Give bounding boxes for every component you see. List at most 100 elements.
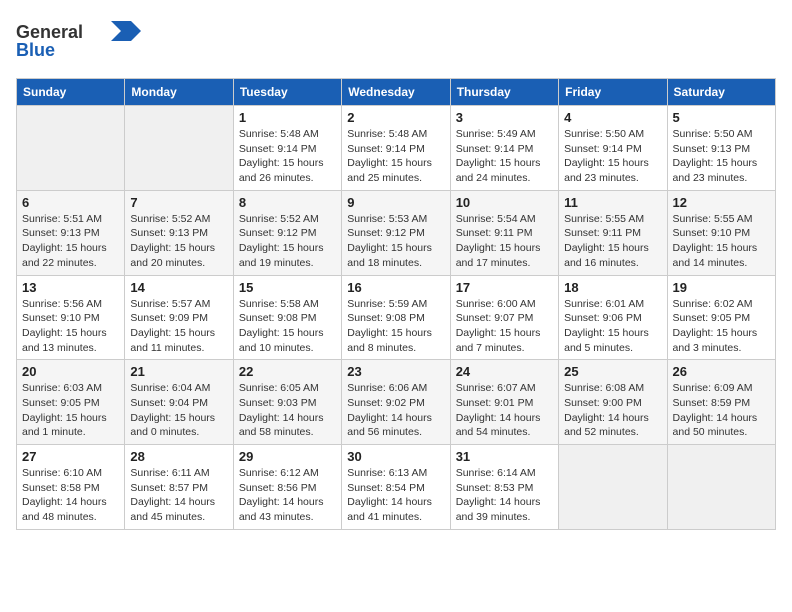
- calendar-cell: 25 Sunrise: 6:08 AMSunset: 9:00 PMDayligh…: [559, 360, 667, 445]
- day-number: 23: [347, 364, 444, 379]
- day-info: Sunrise: 6:14 AMSunset: 8:53 PMDaylight:…: [456, 466, 553, 525]
- calendar-week-4: 20Sunrise: 6:03 AMSunset: 9:05 PMDayligh…: [17, 360, 776, 445]
- calendar-cell: 4Sunrise: 5:50 AMSunset: 9:14 PMDaylight…: [559, 106, 667, 191]
- logo: General Blue: [16, 16, 146, 66]
- day-number: 11: [564, 195, 661, 210]
- day-info: Sunrise: 6:04 AMSunset: 9:04 PMDaylight:…: [130, 381, 227, 440]
- day-number: 31: [456, 449, 553, 464]
- day-number: 4: [564, 110, 661, 125]
- day-info: Sunrise: 5:55 AMSunset: 9:11 PMDaylight:…: [564, 212, 661, 271]
- calendar-cell: 1 Sunrise: 5:48 AMSunset: 9:14 PMDaylight…: [233, 106, 341, 191]
- day-number: 20: [22, 364, 119, 379]
- day-info: Sunrise: 6:02 AMSunset: 9:05 PMDaylight:…: [673, 297, 770, 356]
- day-number: 24: [456, 364, 553, 379]
- calendar-cell: 30 Sunrise: 6:13 AMSunset: 8:54 PMDayligh…: [342, 445, 450, 530]
- day-number: 22: [239, 364, 336, 379]
- calendar-weekday-wednesday: Wednesday: [342, 79, 450, 106]
- day-info: Sunrise: 6:11 AMSunset: 8:57 PMDaylight:…: [130, 466, 227, 525]
- day-info: Sunrise: 6:01 AMSunset: 9:06 PMDaylight:…: [564, 297, 661, 356]
- calendar-cell: 18 Sunrise: 6:01 AMSunset: 9:06 PMDayligh…: [559, 275, 667, 360]
- day-number: 18: [564, 280, 661, 295]
- calendar-cell: 22 Sunrise: 6:05 AMSunset: 9:03 PMDayligh…: [233, 360, 341, 445]
- day-info: Sunrise: 6:09 AMSunset: 8:59 PMDaylight:…: [673, 381, 770, 440]
- calendar-cell: 20Sunrise: 6:03 AMSunset: 9:05 PMDayligh…: [17, 360, 125, 445]
- day-info: Sunrise: 5:52 AMSunset: 9:13 PMDaylight:…: [130, 212, 227, 271]
- calendar-week-1: 1 Sunrise: 5:48 AMSunset: 9:14 PMDaylight…: [17, 106, 776, 191]
- logo-text: General Blue: [16, 16, 146, 66]
- day-number: 15: [239, 280, 336, 295]
- calendar-cell: 10 Sunrise: 5:54 AMSunset: 9:11 PMDayligh…: [450, 190, 558, 275]
- calendar-week-3: 13 Sunrise: 5:56 AMSunset: 9:10 PMDayligh…: [17, 275, 776, 360]
- calendar-cell: 17Sunrise: 6:00 AMSunset: 9:07 PMDayligh…: [450, 275, 558, 360]
- day-number: 9: [347, 195, 444, 210]
- calendar-cell: [559, 445, 667, 530]
- day-info: Sunrise: 5:56 AMSunset: 9:10 PMDaylight:…: [22, 297, 119, 356]
- calendar-cell: 28Sunrise: 6:11 AMSunset: 8:57 PMDayligh…: [125, 445, 233, 530]
- day-info: Sunrise: 6:12 AMSunset: 8:56 PMDaylight:…: [239, 466, 336, 525]
- calendar-cell: 15 Sunrise: 5:58 AMSunset: 9:08 PMDayligh…: [233, 275, 341, 360]
- day-number: 21: [130, 364, 227, 379]
- calendar-cell: 6Sunrise: 5:51 AMSunset: 9:13 PMDaylight…: [17, 190, 125, 275]
- day-info: Sunrise: 5:52 AMSunset: 9:12 PMDaylight:…: [239, 212, 336, 271]
- day-number: 25: [564, 364, 661, 379]
- day-number: 6: [22, 195, 119, 210]
- calendar-cell: 12Sunrise: 5:55 AMSunset: 9:10 PMDayligh…: [667, 190, 775, 275]
- day-info: Sunrise: 5:58 AMSunset: 9:08 PMDaylight:…: [239, 297, 336, 356]
- calendar-cell: 24 Sunrise: 6:07 AMSunset: 9:01 PMDayligh…: [450, 360, 558, 445]
- calendar-cell: 2Sunrise: 5:48 AMSunset: 9:14 PMDaylight…: [342, 106, 450, 191]
- calendar-cell: 27 Sunrise: 6:10 AMSunset: 8:58 PMDayligh…: [17, 445, 125, 530]
- day-info: Sunrise: 5:49 AMSunset: 9:14 PMDaylight:…: [456, 127, 553, 186]
- calendar-header-row: SundayMondayTuesdayWednesdayThursdayFrid…: [17, 79, 776, 106]
- day-info: Sunrise: 6:13 AMSunset: 8:54 PMDaylight:…: [347, 466, 444, 525]
- day-info: Sunrise: 6:08 AMSunset: 9:00 PMDaylight:…: [564, 381, 661, 440]
- page-header: General Blue: [16, 16, 776, 66]
- day-info: Sunrise: 6:00 AMSunset: 9:07 PMDaylight:…: [456, 297, 553, 356]
- day-number: 19: [673, 280, 770, 295]
- calendar-cell: 5 Sunrise: 5:50 AMSunset: 9:13 PMDaylight…: [667, 106, 775, 191]
- calendar-weekday-friday: Friday: [559, 79, 667, 106]
- svg-text:General: General: [16, 22, 83, 42]
- calendar-table: SundayMondayTuesdayWednesdayThursdayFrid…: [16, 78, 776, 530]
- day-number: 7: [130, 195, 227, 210]
- day-number: 26: [673, 364, 770, 379]
- day-number: 14: [130, 280, 227, 295]
- calendar-weekday-sunday: Sunday: [17, 79, 125, 106]
- calendar-cell: 21 Sunrise: 6:04 AMSunset: 9:04 PMDayligh…: [125, 360, 233, 445]
- calendar-cell: 8Sunrise: 5:52 AMSunset: 9:12 PMDaylight…: [233, 190, 341, 275]
- day-info: Sunrise: 5:53 AMSunset: 9:12 PMDaylight:…: [347, 212, 444, 271]
- calendar-cell: 29 Sunrise: 6:12 AMSunset: 8:56 PMDayligh…: [233, 445, 341, 530]
- day-number: 30: [347, 449, 444, 464]
- calendar-cell: 13 Sunrise: 5:56 AMSunset: 9:10 PMDayligh…: [17, 275, 125, 360]
- calendar-weekday-saturday: Saturday: [667, 79, 775, 106]
- calendar-cell: 3Sunrise: 5:49 AMSunset: 9:14 PMDaylight…: [450, 106, 558, 191]
- day-info: Sunrise: 6:05 AMSunset: 9:03 PMDaylight:…: [239, 381, 336, 440]
- day-info: Sunrise: 5:54 AMSunset: 9:11 PMDaylight:…: [456, 212, 553, 271]
- day-number: 10: [456, 195, 553, 210]
- calendar-cell: [17, 106, 125, 191]
- logo-svg: General Blue: [16, 16, 146, 61]
- calendar-cell: 23Sunrise: 6:06 AMSunset: 9:02 PMDayligh…: [342, 360, 450, 445]
- day-info: Sunrise: 5:55 AMSunset: 9:10 PMDaylight:…: [673, 212, 770, 271]
- calendar-weekday-thursday: Thursday: [450, 79, 558, 106]
- calendar-cell: 7 Sunrise: 5:52 AMSunset: 9:13 PMDaylight…: [125, 190, 233, 275]
- day-number: 29: [239, 449, 336, 464]
- calendar-week-2: 6Sunrise: 5:51 AMSunset: 9:13 PMDaylight…: [17, 190, 776, 275]
- svg-text:Blue: Blue: [16, 40, 55, 60]
- calendar-weekday-tuesday: Tuesday: [233, 79, 341, 106]
- calendar-cell: 16Sunrise: 5:59 AMSunset: 9:08 PMDayligh…: [342, 275, 450, 360]
- day-info: Sunrise: 5:48 AMSunset: 9:14 PMDaylight:…: [239, 127, 336, 186]
- calendar-cell: 11 Sunrise: 5:55 AMSunset: 9:11 PMDayligh…: [559, 190, 667, 275]
- calendar-cell: [125, 106, 233, 191]
- day-number: 13: [22, 280, 119, 295]
- calendar-cell: 14Sunrise: 5:57 AMSunset: 9:09 PMDayligh…: [125, 275, 233, 360]
- calendar-cell: 19 Sunrise: 6:02 AMSunset: 9:05 PMDayligh…: [667, 275, 775, 360]
- day-info: Sunrise: 5:50 AMSunset: 9:13 PMDaylight:…: [673, 127, 770, 186]
- day-number: 27: [22, 449, 119, 464]
- calendar-week-5: 27 Sunrise: 6:10 AMSunset: 8:58 PMDayligh…: [17, 445, 776, 530]
- day-number: 1: [239, 110, 336, 125]
- day-number: 5: [673, 110, 770, 125]
- day-info: Sunrise: 6:07 AMSunset: 9:01 PMDaylight:…: [456, 381, 553, 440]
- day-info: Sunrise: 6:10 AMSunset: 8:58 PMDaylight:…: [22, 466, 119, 525]
- calendar-weekday-monday: Monday: [125, 79, 233, 106]
- day-info: Sunrise: 5:48 AMSunset: 9:14 PMDaylight:…: [347, 127, 444, 186]
